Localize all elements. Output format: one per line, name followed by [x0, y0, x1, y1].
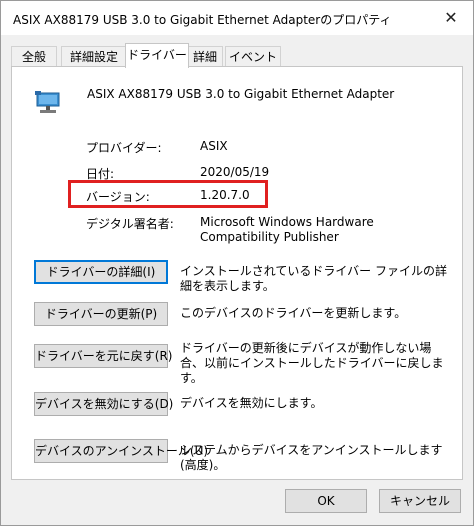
version-highlight-box — [68, 180, 268, 208]
title-bar: ASIX AX88179 USB 3.0 to Gigabit Ethernet… — [1, 1, 473, 35]
close-icon[interactable]: ✕ — [433, 3, 469, 33]
tab-advanced[interactable]: 詳細設定 — [61, 46, 127, 67]
tab-general[interactable]: 全般 — [11, 46, 57, 67]
cancel-button[interactable]: キャンセル — [379, 489, 461, 513]
provider-value: ASIX — [200, 139, 228, 153]
tab-details[interactable]: 詳細 — [187, 46, 223, 67]
window-title: ASIX AX88179 USB 3.0 to Gigabit Ethernet… — [13, 13, 392, 27]
update-driver-button[interactable]: ドライバーの更新(P) — [34, 302, 168, 326]
uninstall-device-desc: システムからデバイスをアンインストールします (高度)。 — [180, 443, 443, 472]
rollback-driver-desc: ドライバーの更新後にデバイスが動作しない場合、以前にインストールしたドライバーに… — [180, 341, 444, 385]
network-adapter-icon — [35, 91, 60, 113]
tab-driver[interactable]: ドライバー — [125, 43, 189, 68]
device-name: ASIX AX88179 USB 3.0 to Gigabit Ethernet… — [87, 87, 395, 101]
driver-details-desc: インストールされているドライバー ファイルの詳細を表示します。 — [180, 264, 447, 293]
tab-events[interactable]: イベント — [225, 46, 281, 67]
signer-value: Microsoft Windows Hardware Compatibility… — [200, 215, 374, 244]
update-driver-desc: このデバイスのドライバーを更新します。 — [180, 306, 407, 320]
rollback-driver-button[interactable]: ドライバーを元に戻す(R) — [34, 344, 172, 368]
uninstall-device-button[interactable]: デバイスのアンインストール(U) — [34, 439, 208, 463]
date-value: 2020/05/19 — [200, 165, 270, 179]
driver-details-button[interactable]: ドライバーの詳細(I) — [34, 260, 168, 284]
disable-device-desc: デバイスを無効にします。 — [180, 396, 323, 410]
disable-device-button[interactable]: デバイスを無効にする(D) — [34, 392, 173, 416]
ok-button[interactable]: OK — [285, 489, 367, 513]
properties-dialog: ASIX AX88179 USB 3.0 to Gigabit Ethernet… — [0, 0, 474, 526]
provider-label: プロバイダー: — [86, 141, 162, 155]
driver-panel: ASIX AX88179 USB 3.0 to Gigabit Ethernet… — [11, 66, 463, 480]
signer-label: デジタル署名者: — [86, 217, 174, 231]
